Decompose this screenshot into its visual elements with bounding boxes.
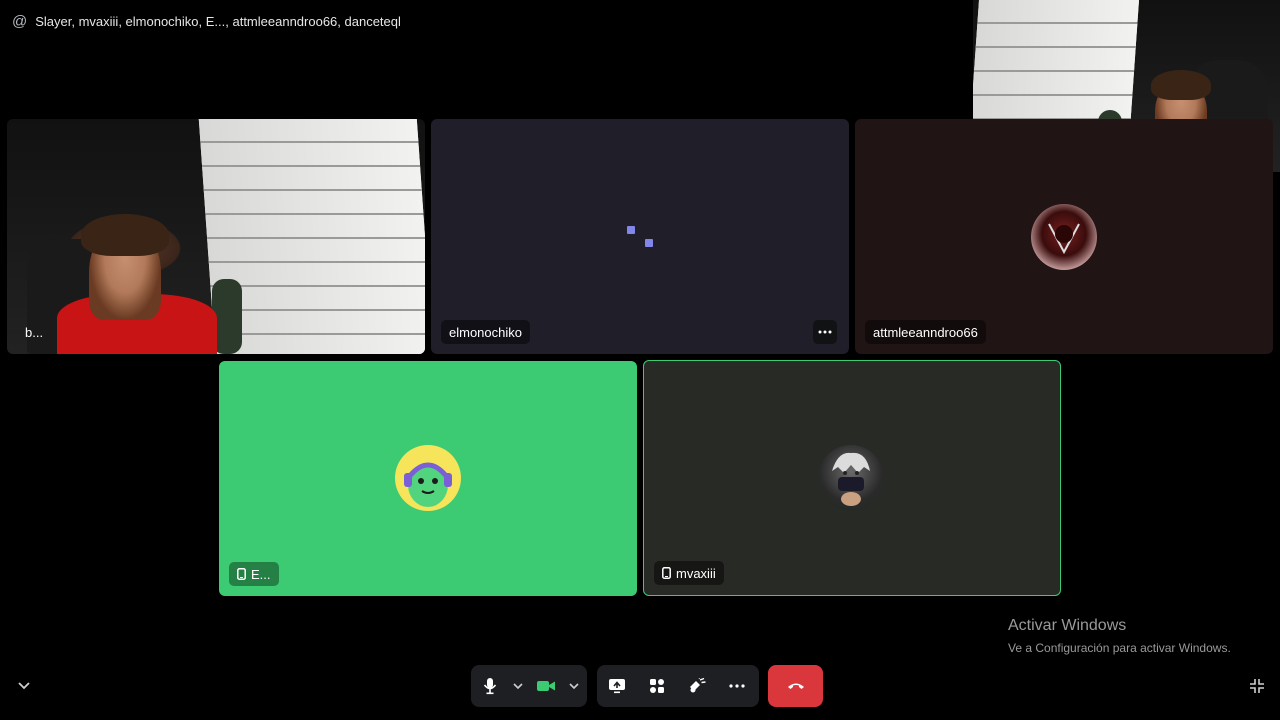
- exit-fullscreen-icon: [1250, 679, 1264, 693]
- participant-name: attmleeanndroo66: [873, 324, 978, 340]
- end-call-icon: [787, 683, 804, 689]
- participant-name: E...: [251, 566, 271, 582]
- exit-fullscreen-button[interactable]: [1245, 674, 1269, 698]
- call-header: @ Slayer, mvaxiii, elmonochiko, E..., at…: [12, 10, 401, 32]
- participant-tile-video[interactable]: b...: [7, 119, 425, 354]
- participant-avatar: [818, 445, 884, 511]
- mobile-icon: [237, 568, 246, 580]
- mic-options-button[interactable]: [509, 665, 527, 707]
- participant-name-tag: elmonochiko: [441, 320, 530, 344]
- more-icon: [818, 330, 832, 334]
- loading-spinner: [627, 224, 657, 254]
- participant-name: mvaxiii: [676, 565, 716, 581]
- tile-more-button[interactable]: [813, 320, 837, 344]
- end-call-button[interactable]: [768, 665, 823, 707]
- call-title: Slayer, mvaxiii, elmonochiko, E..., attm…: [35, 13, 401, 29]
- screen-share-icon: [609, 679, 625, 694]
- activities-button[interactable]: [637, 665, 677, 707]
- watermark-subtitle: Ve a Configuración para activar Windows.: [1008, 641, 1231, 655]
- camera-button[interactable]: [527, 665, 565, 707]
- participant-tile-speaking[interactable]: E...: [219, 361, 637, 596]
- camera-options-button[interactable]: [565, 665, 583, 707]
- more-icon: [729, 684, 745, 688]
- chevron-down-icon: [18, 682, 30, 690]
- screen-share-button[interactable]: [597, 665, 637, 707]
- call-action-controls: [597, 665, 759, 707]
- windows-activation-watermark: Activar Windows Ve a Configuración para …: [1008, 617, 1231, 655]
- participant-name-tag: attmleeanndroo66: [865, 320, 986, 344]
- mute-button[interactable]: [471, 665, 509, 707]
- participant-tile-loading[interactable]: elmonochiko: [431, 119, 849, 354]
- participant-name-tag: E...: [229, 562, 279, 586]
- more-options-button[interactable]: [717, 665, 757, 707]
- at-icon: @: [12, 12, 28, 30]
- soundboard-icon: [690, 678, 706, 693]
- collapse-chevron-button[interactable]: [12, 674, 36, 698]
- participant-name: elmonochiko: [449, 324, 522, 340]
- participant-name-tag: mvaxiii: [654, 561, 724, 585]
- participant-name: b...: [25, 324, 44, 340]
- participant-tile-avatar[interactable]: mvaxiii: [643, 360, 1061, 596]
- participant-avatar: [1031, 204, 1097, 270]
- soundboard-button[interactable]: [677, 665, 717, 707]
- participant-tile-avatar[interactable]: attmleeanndroo66: [855, 119, 1273, 354]
- activities-icon: [650, 679, 664, 693]
- mobile-icon: [662, 567, 671, 579]
- voice-video-controls: [471, 665, 587, 707]
- chevron-down-icon: [569, 682, 579, 689]
- participant-name-tag: b...: [17, 320, 51, 344]
- microphone-icon: [483, 678, 497, 695]
- chevron-down-icon: [513, 682, 523, 689]
- participant-avatar: [395, 445, 461, 511]
- watermark-title: Activar Windows: [1008, 617, 1127, 634]
- video-camera-icon: [537, 681, 555, 691]
